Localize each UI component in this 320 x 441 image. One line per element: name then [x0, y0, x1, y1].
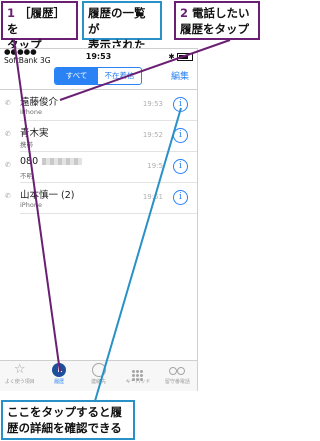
callout-text: ここをタップすると履 歴の詳細を確認できる	[7, 405, 122, 435]
tab-label: キーパッド	[125, 379, 151, 385]
call-history-list: ✆ 遠藤俊介 iPhone 19:53 i ✆ 青木実 携帯 19:52 i ✆…	[0, 90, 197, 214]
outgoing-call-icon: ✆	[5, 192, 11, 200]
tab-favorites[interactable]: ☆ よく使う項目	[0, 361, 39, 391]
nav-bar: すべて 不在着信 編集	[0, 63, 197, 90]
recents-filter-segmented-control: すべて 不在着信	[54, 67, 142, 85]
call-name: 遠藤俊介	[20, 97, 59, 108]
tab-recents[interactable]: 履歴	[39, 361, 78, 391]
call-name: 080	[20, 156, 83, 167]
callout-text: ［履歴］を タップ	[7, 6, 66, 52]
call-row[interactable]: ✆ 080 不明 19:5 i	[5, 152, 197, 183]
status-time: 19:53	[85, 51, 112, 61]
callout-detail-info: ここをタップすると履 歴の詳細を確認できる	[1, 400, 135, 440]
status-right: ✱	[130, 52, 193, 61]
tab-label: よく使う項目	[4, 379, 35, 385]
callout-tap-history: 2 電話したい 履歴をタップ	[174, 1, 260, 40]
info-icon[interactable]: i	[173, 97, 188, 112]
call-name: 山本慎一 (2)	[20, 190, 75, 201]
battery-icon	[177, 52, 193, 61]
status-bar: ●●●●● SoftBank 3G 19:53 ✱	[0, 49, 197, 65]
edit-button[interactable]: 編集	[171, 69, 189, 82]
call-time: 19:52	[142, 131, 163, 139]
call-name: 青木実	[20, 128, 49, 139]
info-icon[interactable]: i	[173, 159, 188, 174]
tab-voicemail[interactable]: 留守番電話	[158, 361, 197, 391]
outgoing-call-icon: ✆	[5, 161, 11, 169]
call-type: iPhone	[20, 108, 42, 116]
call-row[interactable]: ✆ 遠藤俊介 iPhone 19:53 i	[5, 90, 197, 121]
star-icon: ☆	[13, 362, 26, 377]
tab-label: 履歴	[54, 379, 65, 385]
callout-step-number: 1	[7, 6, 16, 20]
bluetooth-icon: ✱	[168, 51, 175, 61]
call-row[interactable]: ✆ 青木実 携帯 19:52 i	[5, 121, 197, 152]
call-type: iPhone	[20, 201, 42, 209]
segment-all[interactable]: すべて	[55, 68, 98, 84]
tab-label: 留守番電話	[164, 379, 190, 385]
call-time: 19:51	[142, 193, 163, 201]
tab-label: 連絡先	[91, 379, 107, 385]
phone-screen: ●●●●● SoftBank 3G 19:53 ✱ すべて 不在着信 編集 ✆ …	[0, 48, 198, 391]
call-type: 携帯	[20, 141, 33, 149]
call-number-prefix: 080	[20, 156, 39, 167]
redacted-number	[42, 158, 83, 165]
contacts-icon	[91, 363, 106, 377]
call-time: 19:53	[142, 100, 163, 108]
info-icon[interactable]: i	[173, 190, 188, 205]
tab-contacts[interactable]: 連絡先	[79, 361, 118, 391]
outgoing-call-icon: ✆	[5, 99, 11, 107]
callout-list-shown: 履歴の一覧が 表示された	[82, 1, 162, 52]
call-row[interactable]: ✆ 山本慎一 (2) iPhone 19:51 i	[5, 183, 197, 214]
call-time: 19:5	[147, 162, 163, 170]
tab-keypad[interactable]: キーパッド	[118, 361, 157, 391]
info-icon[interactable]: i	[173, 128, 188, 143]
callout-step-number: 2	[180, 6, 189, 20]
voicemail-icon	[169, 367, 186, 375]
callout-text: 履歴の一覧が 表示された	[88, 6, 146, 52]
recents-clock-icon	[52, 363, 67, 377]
call-type: 不明	[20, 172, 33, 180]
tab-bar: ☆ よく使う項目 履歴 連絡先 キーパッド 留守番電話	[0, 360, 197, 391]
segment-missed[interactable]: 不在着信	[98, 68, 141, 84]
callout-text: 電話したい 履歴をタップ	[180, 6, 250, 36]
callout-tap-recents: 1 ［履歴］を タップ	[1, 1, 78, 52]
outgoing-call-icon: ✆	[5, 130, 11, 138]
